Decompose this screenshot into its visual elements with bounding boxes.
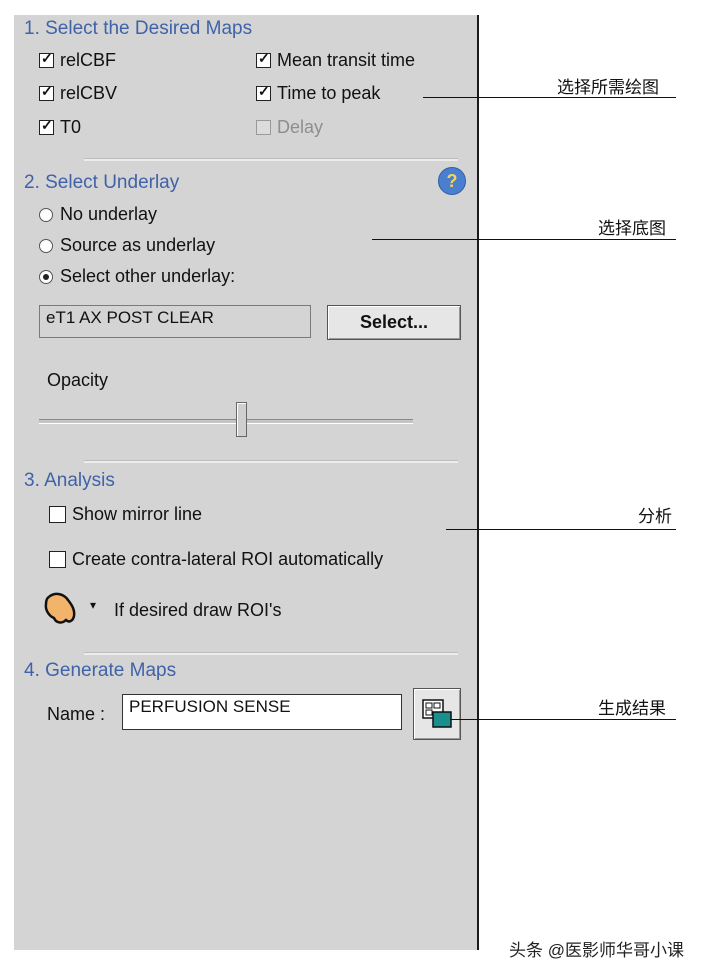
checkbox-relcbf[interactable]: relCBF bbox=[39, 50, 116, 71]
checkbox-box[interactable] bbox=[39, 83, 54, 101]
opacity-label: Opacity bbox=[47, 370, 109, 390]
section-title-maps: 1. Select the Desired Maps bbox=[24, 18, 253, 39]
radio-select-other-underlay[interactable]: Select other underlay: bbox=[39, 266, 235, 287]
checkbox-relcbv[interactable]: relCBV bbox=[39, 83, 117, 104]
checkbox-label: Show mirror line bbox=[72, 504, 203, 524]
radio-button[interactable] bbox=[39, 207, 53, 222]
section-title-analysis: 3. Analysis bbox=[24, 470, 115, 491]
section-divider bbox=[84, 158, 458, 161]
radio-label: Source as underlay bbox=[60, 235, 216, 255]
annotation-select-underlay: 选择底图 bbox=[598, 219, 666, 238]
checkbox-label: Time to peak bbox=[277, 83, 381, 103]
radio-no-underlay[interactable]: No underlay bbox=[39, 204, 157, 225]
checkbox-delay: Delay bbox=[256, 117, 323, 138]
name-label: Name : bbox=[47, 704, 106, 724]
radio-label: No underlay bbox=[60, 204, 158, 224]
radio-source-underlay[interactable]: Source as underlay bbox=[39, 235, 215, 256]
opacity-slider-track[interactable] bbox=[39, 419, 413, 424]
checkbox-create-contra-roi[interactable]: Create contra-lateral ROI automatically bbox=[49, 549, 383, 570]
help-icon[interactable]: ? bbox=[438, 167, 466, 195]
watermark: 头条 @医影师华哥小课 bbox=[509, 941, 684, 960]
radio-button[interactable] bbox=[39, 238, 53, 253]
radio-label: Select other underlay: bbox=[60, 266, 236, 286]
checkbox-time-to-peak[interactable]: Time to peak bbox=[256, 83, 380, 104]
section-title-underlay: 2. Select Underlay bbox=[24, 172, 180, 193]
checkbox-box[interactable] bbox=[39, 117, 54, 135]
checkbox-label: Create contra-lateral ROI automatically bbox=[72, 549, 384, 569]
roi-draw-icon[interactable] bbox=[42, 590, 80, 628]
annotation-select-maps: 选择所需绘图 bbox=[557, 78, 659, 97]
annotation-analysis: 分析 bbox=[638, 507, 672, 526]
settings-panel: 1. Select the Desired Maps relCBF Mean t… bbox=[14, 15, 479, 950]
checkbox-t0[interactable]: T0 bbox=[39, 117, 81, 138]
checkbox-label: relCBF bbox=[60, 50, 117, 70]
section-divider bbox=[84, 460, 458, 463]
generate-maps-icon bbox=[422, 699, 452, 728]
opacity-slider-thumb[interactable] bbox=[236, 402, 247, 437]
checkbox-label: T0 bbox=[60, 117, 82, 137]
annotation-line bbox=[450, 719, 676, 720]
checkbox-mean-transit-time[interactable]: Mean transit time bbox=[256, 50, 415, 71]
checkbox-label: relCBV bbox=[60, 83, 118, 103]
checkbox-show-mirror-line[interactable]: Show mirror line bbox=[49, 504, 202, 525]
checkbox-box[interactable] bbox=[256, 83, 271, 101]
radio-button[interactable] bbox=[39, 269, 53, 284]
annotation-line bbox=[372, 239, 676, 240]
checkbox-box[interactable] bbox=[39, 50, 54, 68]
checkbox-box bbox=[256, 120, 271, 135]
section-title-generate: 4. Generate Maps bbox=[24, 660, 177, 681]
checkbox-label: Delay bbox=[277, 117, 324, 137]
generate-maps-button[interactable] bbox=[413, 688, 461, 740]
checkbox-box[interactable] bbox=[256, 50, 271, 68]
roi-hint-text: If desired draw ROI's bbox=[114, 600, 282, 620]
annotation-line bbox=[446, 529, 676, 530]
roi-dropdown-icon[interactable]: ▾ bbox=[90, 598, 96, 612]
name-input[interactable]: PERFUSION SENSE bbox=[122, 694, 402, 730]
checkbox-label: Mean transit time bbox=[277, 50, 416, 70]
section-divider bbox=[84, 652, 458, 655]
select-underlay-button[interactable]: Select... bbox=[327, 305, 461, 340]
checkbox-box[interactable] bbox=[49, 551, 66, 568]
checkbox-box[interactable] bbox=[49, 506, 66, 523]
underlay-field[interactable]: eT1 AX POST CLEAR bbox=[39, 305, 311, 338]
annotation-generate-result: 生成结果 bbox=[598, 699, 666, 718]
